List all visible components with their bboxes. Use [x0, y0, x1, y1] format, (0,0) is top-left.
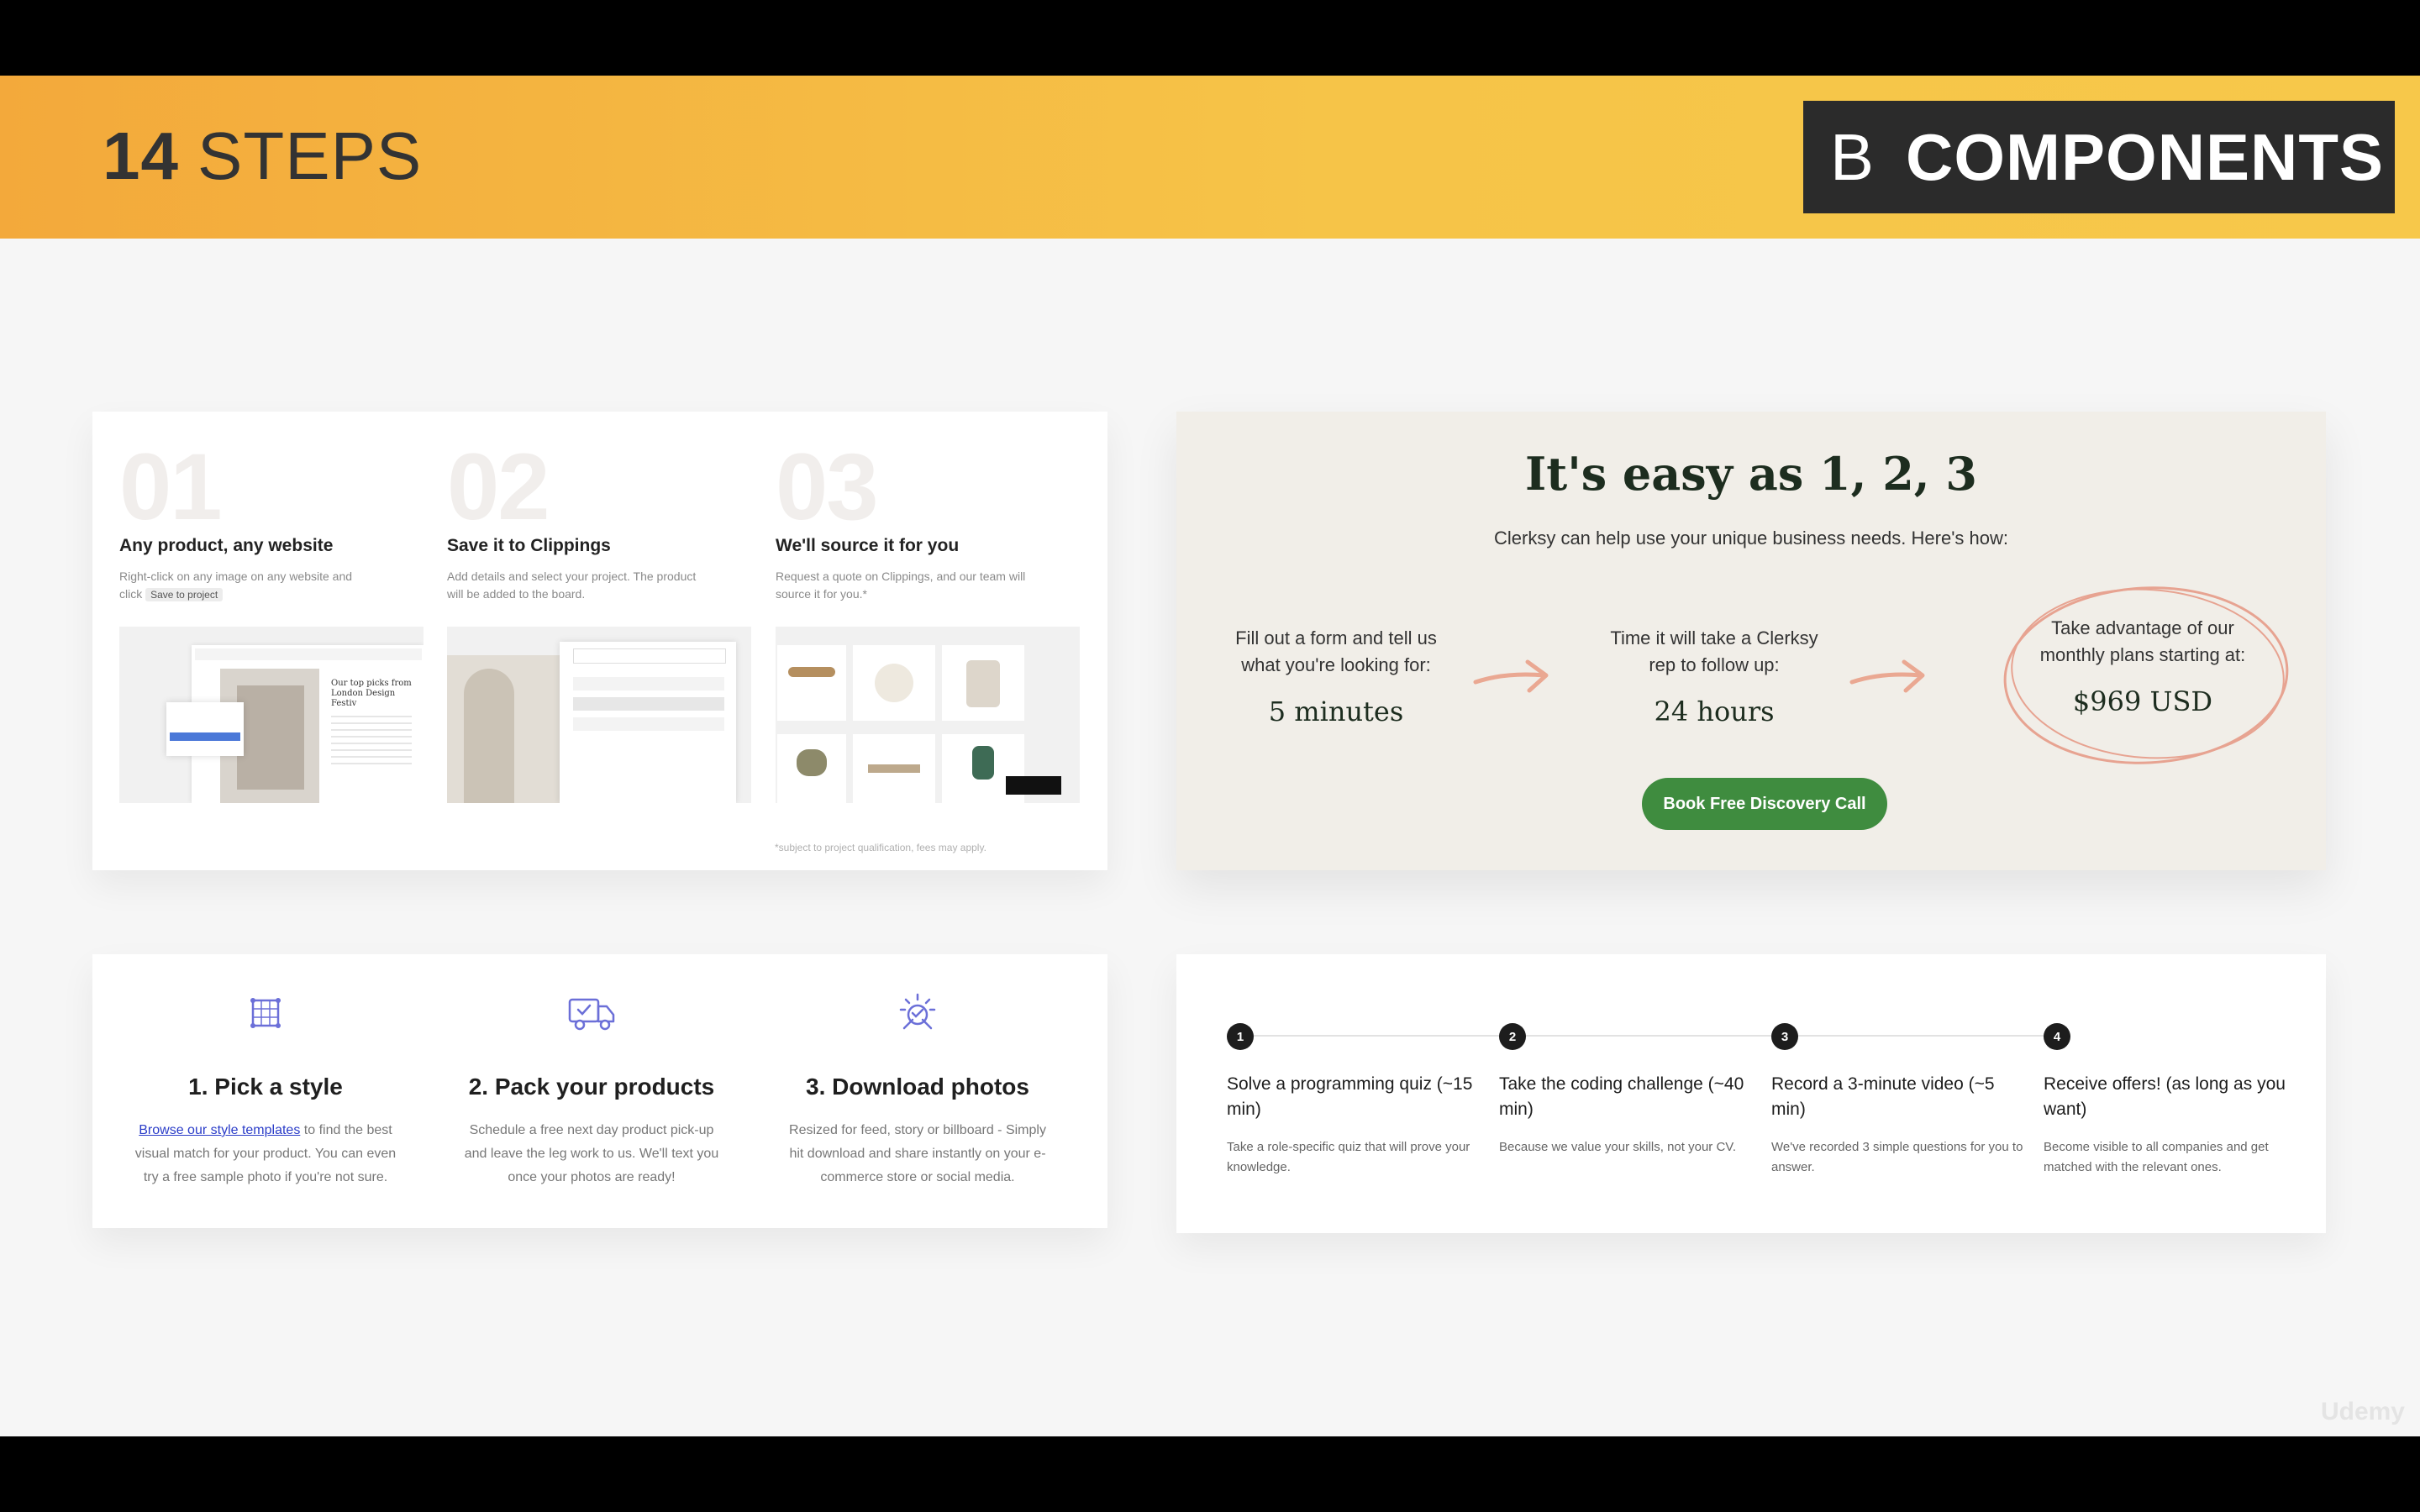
photo-step-3: 3. Download photos Resized for feed, sto… — [758, 988, 1077, 1189]
timeline-step-title: Record a 3-minute video (~5 min) — [1771, 1074, 1995, 1119]
step-description: Right-click on any image on any website … — [119, 568, 371, 604]
photo-step-title: 3. Download photos — [806, 1074, 1029, 1100]
timeline-dot: 1 — [1227, 1023, 1254, 1050]
photo-step-description: Schedule a free next day product pick-up… — [464, 1123, 719, 1184]
timeline-step-title: Solve a programming quiz (~15 min) — [1227, 1074, 1473, 1119]
clippings-step-2: 02 Save it to Clippings Add details and … — [447, 434, 758, 603]
timeline-step-4: 4 Receive offers! (as long as you want) … — [2044, 1023, 2296, 1178]
badge-word: COMPONENTS — [1906, 119, 2385, 194]
step-number: 01 — [119, 434, 223, 539]
footnote: *subject to project qualification, fees … — [775, 842, 986, 853]
step-description: Add details and select your project. The… — [447, 570, 697, 601]
photo-step-1: 1. Pick a style Browse our style templat… — [106, 988, 425, 1189]
clerksy-step-2: Time it will take a Clerksy rep to follo… — [1597, 625, 1832, 727]
badge-letter: B — [1830, 119, 1875, 194]
clerksy-title: It's easy as 1, 2, 3 — [1525, 447, 1977, 501]
timeline-step-description: Because we value your skills, not your C… — [1499, 1140, 1737, 1154]
grid-frame-icon — [250, 998, 281, 1028]
udemy-watermark: Udemy — [2320, 1398, 2405, 1425]
timeline-step-title: Take the coding challenge (~40 min) — [1499, 1074, 1744, 1119]
project-dropdown-mockup-image — [447, 627, 751, 803]
timeline-step-1: 1 Solve a programming quiz (~15 min) Tak… — [1227, 1023, 1479, 1178]
timeline-step-description: Become visible to all companies and get … — [2044, 1140, 2269, 1174]
components-badge: B COMPONENTS — [1803, 101, 2395, 213]
photo-step-2: 2. Pack your products Schedule a free ne… — [432, 988, 751, 1189]
clerksy-step-text: Time it will take a Clerksy rep to follo… — [1610, 627, 1818, 675]
mockup-caption: Our top picks from London Design Festiv — [331, 679, 412, 708]
delivery-truck-icon — [568, 998, 615, 1031]
timeline-dot: 4 — [2044, 1023, 2070, 1050]
step-number: 03 — [776, 434, 879, 539]
clippings-steps-card: 01 Any product, any website Right-click … — [92, 412, 1107, 870]
step-title: We'll source it for you — [776, 536, 960, 555]
header-banner: 14 STEPS B COMPONENTS — [0, 76, 2420, 239]
step-title: Any product, any website — [119, 536, 334, 555]
save-to-project-pill: Save to project — [145, 588, 224, 601]
camera-flash-icon — [899, 993, 936, 1030]
step-description: Request a quote on Clippings, and our te… — [776, 570, 1026, 601]
clerksy-step-value: 5 minutes — [1268, 696, 1404, 727]
timeline-step-3: 3 Record a 3-minute video (~5 min) We've… — [1771, 1023, 2023, 1178]
slide: 14 STEPS B COMPONENTS 01 Any product, any… — [0, 76, 2420, 1436]
clerksy-subtitle: Clerksy can help use your unique busines… — [1494, 528, 2008, 549]
book-discovery-call-button[interactable]: Book Free Discovery Call — [1642, 778, 1887, 830]
timeline-step-title: Receive offers! (as long as you want) — [2044, 1074, 2286, 1119]
steps-title: 14 STEPS — [103, 118, 422, 195]
photo-step-description: Browse our style templates to find the b… — [106, 1119, 425, 1189]
hand-drawn-circle-icon — [2003, 586, 2289, 764]
hiring-timeline-card: 1 Solve a programming quiz (~15 min) Tak… — [1176, 954, 2326, 1233]
arrow-right-icon — [1473, 659, 1549, 693]
photo-steps-card: 1. Pick a style Browse our style templat… — [92, 954, 1107, 1228]
arrow-right-icon — [1849, 659, 1925, 693]
clippings-step-1: 01 Any product, any website Right-click … — [119, 434, 430, 604]
furniture-grid-mockup-image — [776, 627, 1080, 803]
clerksy-steps-card: It's easy as 1, 2, 3 Clerksy can help us… — [1176, 412, 2326, 870]
step-title: Save it to Clippings — [447, 536, 611, 555]
clerksy-step-1: Fill out a form and tell us what you're … — [1218, 625, 1454, 727]
browse-style-templates-link[interactable]: Browse our style templates — [139, 1123, 300, 1137]
photo-step-title: 2. Pack your products — [468, 1074, 715, 1100]
timeline-dot: 2 — [1499, 1023, 1526, 1050]
steps-word: STEPS — [197, 118, 423, 193]
clippings-step-3: 03 We'll source it for you Request a quo… — [776, 434, 1086, 603]
timeline-dot: 3 — [1771, 1023, 1798, 1050]
timeline-step-2: 2 Take the coding challenge (~40 min) Be… — [1499, 1023, 1751, 1158]
timeline-step-description: Take a role-specific quiz that will prov… — [1227, 1140, 1470, 1174]
browser-mockup-image: Our top picks from London Design Festiv — [119, 627, 424, 803]
timeline-step-description: We've recorded 3 simple questions for yo… — [1771, 1140, 2023, 1174]
steps-number: 14 — [103, 118, 179, 193]
step-number: 02 — [447, 434, 550, 539]
clerksy-step-value: 24 hours — [1654, 696, 1775, 727]
photo-step-title: 1. Pick a style — [188, 1074, 343, 1100]
clerksy-step-text: Fill out a form and tell us what you're … — [1235, 627, 1437, 675]
photo-step-description: Resized for feed, story or billboard - S… — [789, 1123, 1046, 1184]
